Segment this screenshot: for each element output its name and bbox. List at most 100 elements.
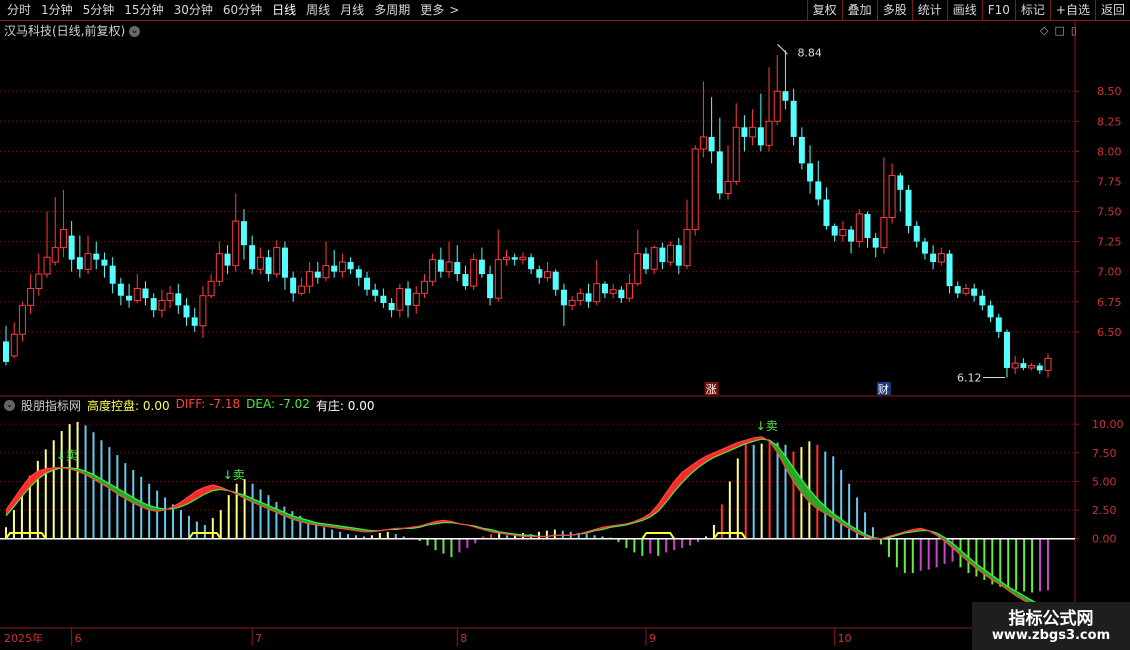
candle-body-down	[930, 253, 937, 263]
candle-body-down	[528, 257, 535, 270]
candle-body-up	[215, 253, 223, 282]
candle-body-down	[224, 253, 231, 266]
candle-body-down	[987, 305, 994, 318]
period-tab-6[interactable]: 日线	[267, 2, 301, 18]
toolbar-button-0[interactable]: 复权	[806, 0, 842, 20]
toolbar-button-6[interactable]: 标记	[1014, 0, 1050, 20]
period-tab-9[interactable]: 多周期	[369, 2, 415, 18]
candle-body-down	[716, 151, 723, 194]
candle-body-down	[757, 127, 764, 146]
candle-body-up	[773, 90, 781, 122]
candle-body-up	[322, 265, 330, 279]
candle-body-down	[659, 247, 666, 263]
candle-body-down	[314, 271, 321, 278]
price-tick-label: 8.25	[1097, 115, 1122, 128]
candle-body-up	[502, 256, 510, 261]
candle-body-up	[207, 280, 215, 297]
candle-body-up	[133, 288, 141, 302]
candle-body-up	[51, 247, 59, 263]
candle-body-down	[823, 199, 830, 226]
sell-marker: ↓卖	[223, 468, 245, 482]
candle-body-down	[971, 288, 978, 296]
price-tick-label: 6.50	[1097, 326, 1122, 339]
candle-body-up	[568, 300, 576, 306]
ribbon-segment	[125, 492, 134, 504]
candle-body-down	[782, 91, 789, 101]
price-tick-label: 6.75	[1097, 296, 1122, 309]
sell-marker: ↓卖	[56, 449, 78, 463]
candle-body-up	[544, 271, 552, 279]
sell-marker: ↓卖	[756, 419, 778, 433]
candle-body-down	[478, 259, 485, 275]
candle-body-down	[150, 298, 157, 311]
candle-body-down	[281, 247, 288, 278]
period-tab-4[interactable]: 30分钟	[169, 2, 218, 18]
candle-body-down	[921, 241, 928, 254]
control-pulse	[5, 531, 47, 540]
candle-body-down	[372, 289, 379, 296]
candle-body-down	[642, 253, 649, 270]
period-tab-7[interactable]: 周线	[301, 2, 335, 18]
ind-tick-label: 2.50	[1092, 504, 1117, 517]
chevron-right-icon[interactable]: >	[449, 2, 464, 18]
candle-body-down	[872, 237, 879, 248]
candle-body-up	[519, 256, 527, 261]
candle-body-up	[749, 126, 757, 138]
period-tab-8[interactable]: 月线	[335, 2, 369, 18]
candle-body-down	[798, 136, 805, 164]
toolbar-button-2[interactable]: 多股	[876, 0, 912, 20]
date-month-label: 10	[838, 632, 852, 645]
candle-body-up	[1028, 365, 1036, 369]
chart-canvas[interactable]: 8.50 8.25 8.00 7.75 7.50 7.25 7.00 6.75 6.50 8.84…	[0, 21, 1130, 650]
candle-body-up	[962, 288, 970, 294]
candle-body-up	[765, 120, 773, 146]
candle-body-down	[1020, 363, 1027, 368]
high-label: 8.84	[797, 46, 822, 59]
watermark-url: www.zbgs3.com	[991, 628, 1111, 643]
period-tab-10[interactable]: 更多	[415, 2, 449, 18]
candle-body-up	[18, 304, 26, 335]
candle-body-down	[462, 274, 469, 287]
candle-body-up	[27, 288, 35, 306]
candle-body-up	[593, 283, 601, 303]
period-tab-1[interactable]: 1分钟	[36, 2, 78, 18]
period-tab-5[interactable]: 60分钟	[218, 2, 267, 18]
candle-body-down	[511, 257, 518, 260]
candle-body-up	[84, 253, 92, 270]
toolbar-button-3[interactable]: 统计	[911, 0, 947, 20]
candle-body-up	[494, 259, 502, 299]
candle-body-up	[880, 217, 888, 249]
candle-body-up	[445, 261, 453, 273]
toolbar-button-4[interactable]: 画线	[946, 0, 982, 20]
candle-body-down	[142, 288, 149, 299]
candle-body-down	[117, 283, 124, 296]
toolbar-button-1[interactable]: 叠加	[841, 0, 877, 20]
toolbar-button-7[interactable]: +自选	[1049, 0, 1095, 20]
candle-body-down	[979, 295, 986, 306]
candle-body-down	[454, 262, 461, 275]
date-month-label: 9	[649, 632, 656, 645]
candle-body-down	[552, 271, 559, 290]
candle-body-down	[405, 288, 412, 306]
candle-body-up	[732, 126, 740, 182]
candle-body-up	[683, 229, 691, 267]
candle-body-up	[420, 280, 428, 294]
candle-body-up	[888, 174, 896, 219]
price-tick-label: 7.50	[1097, 206, 1122, 219]
period-tab-0[interactable]: 分时	[2, 2, 36, 18]
toolbar-button-5[interactable]: F10	[981, 0, 1015, 20]
period-tab-2[interactable]: 5分钟	[78, 2, 120, 18]
period-tab-3[interactable]: 15分钟	[119, 2, 168, 18]
candle-body-down	[68, 235, 75, 260]
candle-body-up	[691, 148, 699, 231]
candle-body-down	[741, 127, 748, 137]
badge-zhang: 涨	[706, 383, 717, 396]
candle-body-up	[297, 285, 305, 294]
candle-body-up	[35, 273, 43, 290]
ind-tick-label: 0.00	[1092, 533, 1117, 546]
toolbar-button-8[interactable]: 返回	[1094, 0, 1130, 20]
ind-tick-label: 7.50	[1092, 447, 1117, 460]
date-month-label: 7	[255, 632, 262, 645]
price-tick-label: 8.50	[1097, 85, 1122, 98]
candle-body-up	[626, 283, 634, 299]
